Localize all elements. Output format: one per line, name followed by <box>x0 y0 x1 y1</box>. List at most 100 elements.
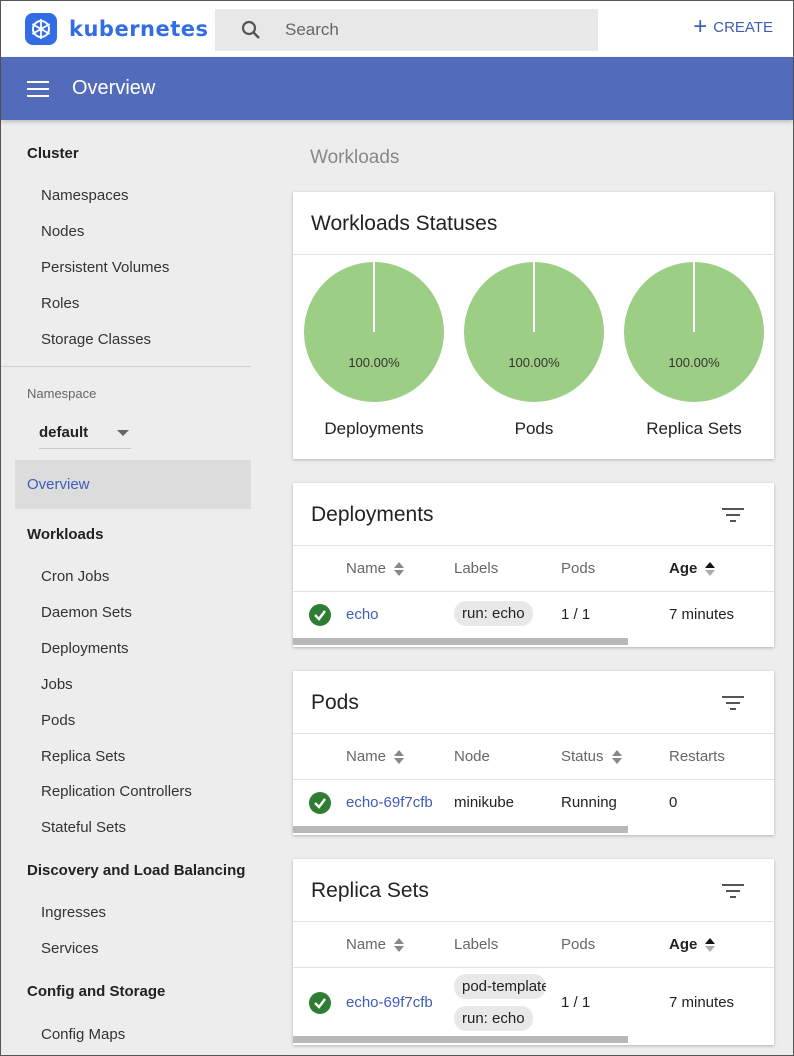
search-icon <box>241 20 260 39</box>
column-header-name[interactable]: Name <box>346 936 405 953</box>
column-header-pods: Pods <box>561 560 595 577</box>
logo-text: kubernetes <box>69 17 209 41</box>
sidebar-item-config-maps[interactable]: Config Maps <box>41 1026 125 1043</box>
card-divider <box>293 591 774 592</box>
column-header-name[interactable]: Name <box>346 560 405 577</box>
pod-name-link[interactable]: echo-69f7cfb <box>346 794 438 811</box>
menu-icon[interactable] <box>27 80 49 97</box>
search-bar[interactable] <box>215 9 598 51</box>
column-header-age[interactable]: Age <box>669 560 716 577</box>
sort-icon <box>705 937 716 953</box>
sort-icon <box>705 561 716 577</box>
sidebar-item-stateful-sets[interactable]: Stateful Sets <box>41 819 126 836</box>
page-title: Overview <box>72 77 156 99</box>
replica-sets-card: Replica Sets Name Labels Pods Age echo-6… <box>293 859 774 1045</box>
caret-down-icon <box>117 430 129 436</box>
logo[interactable]: kubernetes <box>25 13 215 45</box>
card-title: Pods <box>311 691 359 714</box>
sidebar-item-roles[interactable]: Roles <box>41 295 79 312</box>
namespace-select[interactable]: default <box>39 417 131 449</box>
pie-percent-label: 100.00% <box>348 355 400 370</box>
pie-svg: 100.00% <box>624 262 764 402</box>
pie-label-replica-sets[interactable]: Replica Sets <box>614 419 774 439</box>
search-input[interactable] <box>285 20 565 40</box>
column-header-label: Name <box>346 748 387 765</box>
column-header-label: Pods <box>561 936 596 953</box>
column-header-labels: Labels <box>454 560 498 577</box>
column-header-status[interactable]: Status <box>561 748 622 765</box>
sidebar-item-storage-classes[interactable]: Storage Classes <box>41 331 151 348</box>
pie-svg: 100.00% <box>304 262 444 402</box>
pod-restarts: 0 <box>669 794 678 811</box>
pie-label-pods[interactable]: Pods <box>454 419 614 439</box>
column-header-pods: Pods <box>561 936 595 953</box>
card-title: Replica Sets <box>311 879 429 902</box>
column-header-node: Node <box>454 748 490 765</box>
horizontal-scrollbar[interactable] <box>293 638 628 645</box>
horizontal-scrollbar[interactable] <box>293 826 628 833</box>
sidebar-item-replica-sets[interactable]: Replica Sets <box>41 748 125 765</box>
sidebar-item-replication-controllers[interactable]: Replication Controllers <box>41 783 192 800</box>
sidebar-item-deployments[interactable]: Deployments <box>41 640 129 657</box>
pie-percent-label: 100.00% <box>668 355 720 370</box>
deployment-pods: 1 / 1 <box>561 606 591 623</box>
status-ok-icon <box>309 992 331 1014</box>
replica-set-name-link[interactable]: echo-69f7cfb <box>346 994 438 1011</box>
replica-set-age: 7 minutes <box>669 994 735 1011</box>
sidebar-item-persistent-volumes[interactable]: Persistent Volumes <box>41 259 169 276</box>
sidebar-item-cron-jobs[interactable]: Cron Jobs <box>41 568 109 585</box>
column-header-label: Restarts <box>669 748 725 765</box>
status-ok-icon <box>309 792 331 814</box>
deployments-card: Deployments Name Labels Pods Age echo ru… <box>293 483 774 647</box>
column-header-label: Age <box>669 560 698 577</box>
card-divider <box>293 733 774 734</box>
sort-icon <box>394 561 405 577</box>
workloads-statuses-card: Workloads Statuses 100.00% Deployments 1… <box>293 192 774 459</box>
sidebar-heading-workloads[interactable]: Workloads <box>27 526 103 543</box>
kubernetes-helm-icon <box>25 13 57 45</box>
create-button[interactable]: + CREATE <box>693 13 773 40</box>
pods-card: Pods Name Node Status Restarts echo-69f7… <box>293 671 774 835</box>
pie-percent-label: 100.00% <box>508 355 560 370</box>
column-header-age[interactable]: Age <box>669 936 716 953</box>
column-header-labels: Labels <box>454 936 498 953</box>
pie-label-deployments[interactable]: Deployments <box>294 419 454 439</box>
filter-icon[interactable] <box>722 507 744 523</box>
column-header-label: Node <box>454 748 490 765</box>
sidebar-item-daemon-sets[interactable]: Daemon Sets <box>41 604 132 621</box>
pod-status: Running <box>561 794 617 811</box>
sort-icon <box>394 937 405 953</box>
column-header-restarts: Restarts <box>669 748 725 765</box>
sort-icon <box>611 749 622 765</box>
sidebar-heading-cluster[interactable]: Cluster <box>27 145 79 162</box>
card-divider <box>293 921 774 922</box>
column-header-name[interactable]: Name <box>346 748 405 765</box>
pod-node: minikube <box>454 794 515 811</box>
namespace-label: Namespace <box>27 386 97 401</box>
sidebar-item-pods[interactable]: Pods <box>41 712 75 729</box>
card-divider <box>293 545 774 546</box>
title-bar: Overview <box>1 57 793 120</box>
filter-icon[interactable] <box>722 695 744 711</box>
create-label: CREATE <box>713 18 773 36</box>
column-header-label: Name <box>346 936 387 953</box>
plus-icon: + <box>693 13 708 40</box>
sidebar-heading-config[interactable]: Config and Storage <box>27 983 165 1000</box>
sidebar-item-ingresses[interactable]: Ingresses <box>41 904 106 921</box>
horizontal-scrollbar[interactable] <box>293 1036 628 1043</box>
sidebar-item-namespaces[interactable]: Namespaces <box>41 187 129 204</box>
sort-icon <box>394 749 405 765</box>
card-title: Deployments <box>311 503 434 526</box>
sidebar-heading-discovery[interactable]: Discovery and Load Balancing <box>27 862 245 879</box>
deployment-name-link[interactable]: echo <box>346 606 438 623</box>
sidebar-divider <box>1 366 251 367</box>
status-ok-icon <box>309 604 331 626</box>
filter-icon[interactable] <box>722 883 744 899</box>
pie-chart-deployments: 100.00% Deployments <box>304 262 444 438</box>
sidebar-item-overview[interactable]: Overview <box>15 460 251 509</box>
sidebar-item-jobs[interactable]: Jobs <box>41 676 73 693</box>
sidebar-item-nodes[interactable]: Nodes <box>41 223 84 240</box>
card-title: Workloads Statuses <box>311 212 498 235</box>
pie-chart-replica-sets: 100.00% Replica Sets <box>624 262 764 438</box>
sidebar-item-services[interactable]: Services <box>41 940 99 957</box>
